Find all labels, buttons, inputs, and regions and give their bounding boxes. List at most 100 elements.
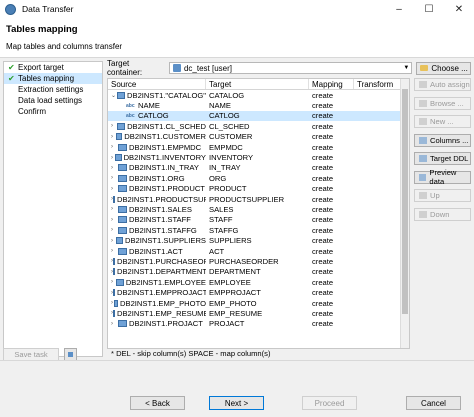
mapping-cell[interactable]: create [309,236,354,245]
target-cell[interactable]: DEPARTMENT [206,267,309,276]
mapping-cell[interactable]: create [309,132,354,141]
ddl-button[interactable]: Target DDL [414,152,471,165]
mapping-cell[interactable]: create [309,205,354,214]
cancel-button[interactable]: Cancel [406,396,461,410]
mapping-cell[interactable]: create [309,247,354,256]
mapping-cell[interactable]: create [309,215,354,224]
mapping-cell[interactable]: create [309,319,354,328]
target-cell[interactable]: ACT [206,247,309,256]
target-cell[interactable]: EMP_RESUME [206,309,309,318]
table-row[interactable]: › DB2INST1.PURCHASEORI PURCHASEORDER create [108,256,409,266]
mapping-cell[interactable]: create [309,184,354,193]
close-button[interactable]: ✕ [444,0,474,18]
mapping-cell[interactable]: create [309,101,354,110]
table-row[interactable]: › DB2INST1.PRODUCTSUPPI PRODUCTSUPPLIER cre… [108,194,409,204]
table-row[interactable]: › DB2INST1.EMPLOYEE EMPLOYEE create [108,277,409,287]
maximize-button[interactable]: ☐ [414,0,444,18]
table-row[interactable]: ⌄ DB2INST1."CATALOG" CATALOG create [108,90,409,100]
minimize-button[interactable]: – [384,0,414,18]
target-cell[interactable]: PRODUCTSUPPLIER [206,195,309,204]
auto-assign-button[interactable]: Auto assign [414,78,471,91]
target-cell[interactable]: NAME [206,101,309,110]
back-button[interactable]: < Back [130,396,185,410]
scrollbar-thumb[interactable] [402,89,408,314]
table-row[interactable]: › DB2INST1.EMPPROJACT EMPPROJACT create [108,287,409,297]
table-row[interactable]: › DB2INST1.DEPARTMENT DEPARTMENT create [108,267,409,277]
browse-button[interactable]: Browse ... [414,96,471,110]
mapping-cell[interactable]: create [309,257,354,266]
target-cell[interactable]: EMPLOYEE [206,278,309,287]
target-cell[interactable]: CL_SCHED [206,122,309,131]
target-cell[interactable]: PROJACT [206,319,309,328]
table-row[interactable]: › DB2INST1.PRODUCT PRODUCT create [108,184,409,194]
target-cell[interactable]: ORG [206,174,309,183]
wizard-step-item[interactable]: Confirm [4,106,102,117]
column-header-source[interactable]: Source [108,79,206,89]
next-button[interactable]: Next > [209,396,264,410]
target-cell[interactable]: SUPPLIERS [206,236,309,245]
down-arrow-button[interactable]: Down [414,207,471,221]
chevron-right-icon[interactable]: › [111,175,118,181]
target-cell[interactable]: EMPPROJACT [206,288,309,297]
mapping-cell[interactable]: create [309,288,354,297]
mapping-cell[interactable]: create [309,122,354,131]
choose-button[interactable]: Choose ... [416,61,471,75]
target-cell[interactable]: IN_TRAY [206,163,309,172]
target-cell[interactable]: SALES [206,205,309,214]
wizard-step-item[interactable]: Extraction settings [4,84,102,95]
table-row[interactable]: › DB2INST1.STAFF STAFF create [108,215,409,225]
mapping-cell[interactable]: create [309,174,354,183]
column-header-mapping[interactable]: Mapping [309,79,354,89]
chevron-right-icon[interactable]: › [111,321,118,327]
table-row[interactable]: › DB2INST1.EMPMDC EMPMDC create [108,142,409,152]
target-cell[interactable]: STAFFG [206,226,309,235]
mapping-cell[interactable]: create [309,267,354,276]
preview-button[interactable]: Preview data [414,168,471,186]
mapping-cell[interactable]: create [309,153,354,162]
mapping-cell[interactable]: create [309,91,354,100]
chevron-right-icon[interactable]: › [111,217,118,223]
chevron-right-icon[interactable]: › [111,227,118,233]
mapping-cell[interactable]: create [309,309,354,318]
mapping-cell[interactable]: create [309,111,354,120]
column-header-target[interactable]: Target [206,79,309,89]
target-cell[interactable]: EMP_PHOTO [206,299,309,308]
mapping-cell[interactable]: create [309,226,354,235]
table-row[interactable]: › DB2INST1.CUSTOMER CUSTOMER create [108,132,409,142]
table-row[interactable]: › DB2INST1.STAFFG STAFFG create [108,225,409,235]
vertical-scrollbar[interactable] [400,79,409,348]
target-cell[interactable]: PRODUCT [206,184,309,193]
target-container-select[interactable]: dc_test [user] ▼ [168,62,413,74]
chevron-right-icon[interactable]: › [111,206,118,212]
table-row[interactable]: › DB2INST1.IN_TRAY IN_TRAY create [108,163,409,173]
chevron-right-icon[interactable]: › [111,186,118,192]
proceed-button[interactable]: Proceed [302,396,357,410]
target-cell[interactable]: PURCHASEORDER [206,257,309,266]
table-row[interactable]: › DB2INST1.CL_SCHED CL_SCHED create [108,121,409,131]
table-row[interactable]: › DB2INST1.SUPPLIERS SUPPLIERS create [108,235,409,245]
target-cell[interactable]: EMPMDC [206,143,309,152]
target-cell[interactable]: INVENTORY [206,153,309,162]
chevron-right-icon[interactable]: › [111,144,118,150]
mapping-cell[interactable]: create [309,163,354,172]
mapping-cell[interactable]: create [309,299,354,308]
target-cell[interactable]: CATLOG [206,111,309,120]
table-row[interactable]: › DB2INST1.EMP_RESUME EMP_RESUME create [108,308,409,318]
table-row[interactable]: › DB2INST1.PROJACT PROJACT create [108,319,409,329]
wizard-step-item[interactable]: ✔ Export target [4,62,102,73]
column-header-transform[interactable]: Transform [354,79,403,89]
table-row[interactable]: › DB2INST1.INVENTORY INVENTORY create [108,152,409,162]
table-row[interactable]: › DB2INST1.ORG ORG create [108,173,409,183]
target-cell[interactable]: CATALOG [206,91,309,100]
table-row[interactable]: abc NAME NAME create [108,100,409,110]
target-cell[interactable]: STAFF [206,215,309,224]
mapping-cell[interactable]: create [309,143,354,152]
table-row[interactable]: › DB2INST1.ACT ACT create [108,246,409,256]
chevron-right-icon[interactable]: › [111,165,118,171]
wizard-step-item[interactable]: Data load settings [4,95,102,106]
table-row[interactable]: › DB2INST1.SALES SALES create [108,204,409,214]
table-row[interactable]: › DB2INST1.EMP_PHOTO EMP_PHOTO create [108,298,409,308]
new-button[interactable]: New ... [414,115,471,128]
columns-button[interactable]: Columns ... [414,133,471,147]
mapping-cell[interactable]: create [309,278,354,287]
